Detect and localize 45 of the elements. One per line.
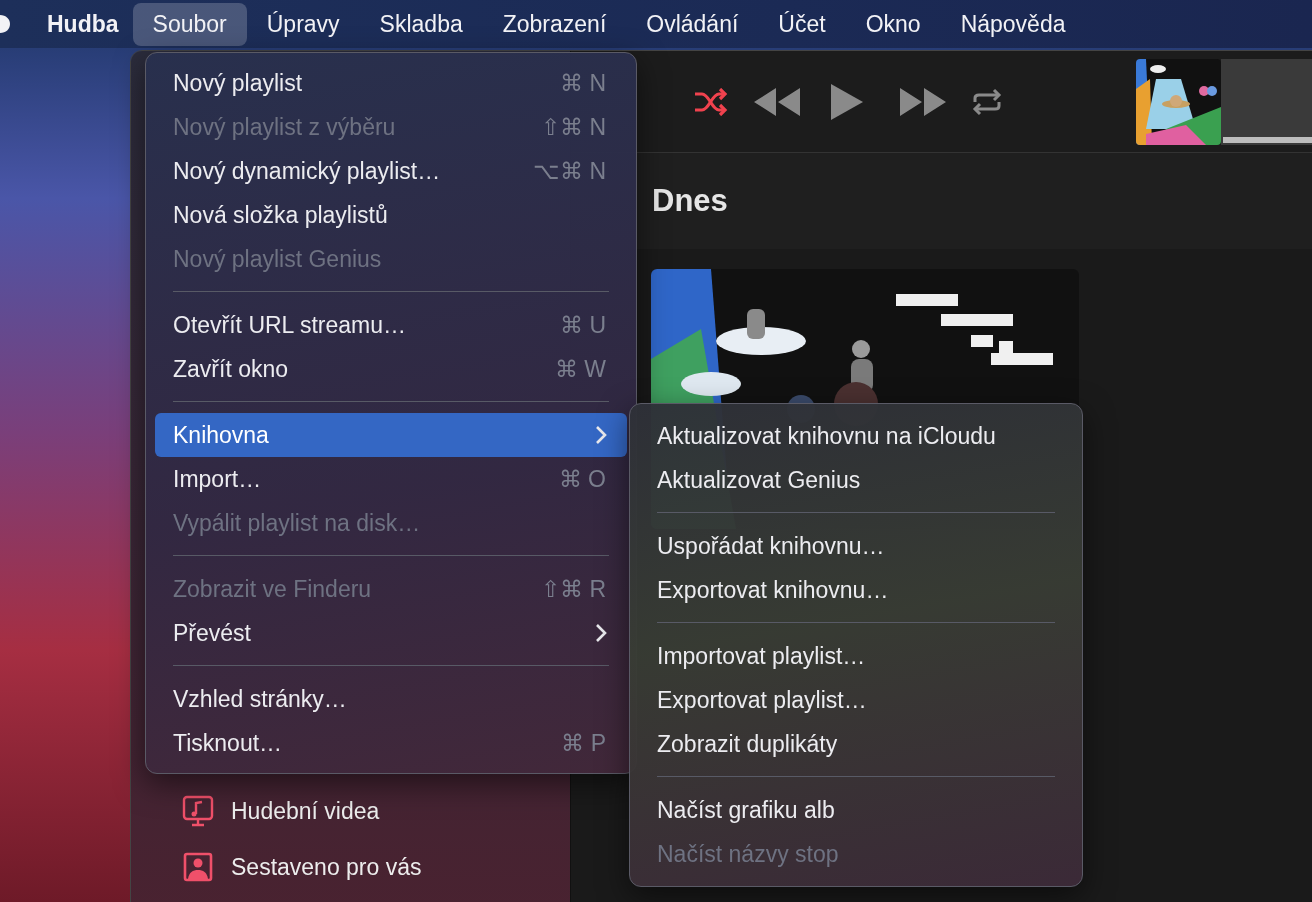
shortcut-label: ⇧⌘ N — [541, 113, 606, 141]
menu-item[interactable]: Aktualizovat knihovnu na iCloudu — [639, 414, 1073, 458]
sidebar-item[interactable]: Sestaveno pro vás — [231, 853, 422, 881]
menu-item[interactable]: Exportovat playlist… — [639, 678, 1073, 722]
menu-bar-item[interactable]: Okno — [845, 2, 941, 46]
menu-item[interactable]: Tisknout… ⌘ P — [155, 721, 627, 765]
menu-bar-item[interactable]: Ovládání — [626, 2, 759, 46]
menu-item[interactable]: Nový dynamický playlist… ⌥⌘ N — [155, 149, 627, 193]
menu-item[interactable]: Převést — [155, 611, 627, 655]
menu-item[interactable]: Knihovna — [155, 413, 627, 457]
section-heading: Dnes — [652, 183, 728, 219]
shortcut-label: ⌘ O — [558, 465, 606, 493]
shortcut-label: ⌥⌘ N — [533, 157, 606, 185]
rewind-icon[interactable] — [754, 86, 802, 117]
menu-item[interactable]: Otevřít URL streamu… ⌘ U — [155, 303, 627, 347]
shuffle-icon[interactable] — [694, 87, 728, 116]
menu-item[interactable]: Načíst grafiku alb — [639, 788, 1073, 832]
menu-item[interactable]: Nový playlist ⌘ N — [155, 61, 627, 105]
menu-bar-item[interactable]: Skladba — [359, 2, 483, 46]
menu-item[interactable]: Zobrazit duplikáty — [639, 722, 1073, 766]
menu-item[interactable]: Aktualizovat Genius — [639, 458, 1073, 502]
menu-item[interactable]: Vzhled stránky… — [155, 677, 627, 721]
menu-item[interactable]: Zavřít okno ⌘ W — [155, 347, 627, 391]
shortcut-label: ⌘ N — [560, 69, 606, 97]
sidebar-item[interactable]: Hudební videa — [231, 797, 380, 825]
person-icon — [181, 850, 215, 884]
menu-item[interactable]: Uspořádat knihovnu… — [639, 524, 1073, 568]
shortcut-label: ⌘ U — [560, 311, 606, 339]
repeat-icon[interactable] — [972, 87, 1002, 116]
shortcut-label: ⇧⌘ R — [541, 575, 606, 603]
menu-item[interactable]: Exportovat knihovnu… — [639, 568, 1073, 612]
menu-item[interactable]: Importovat playlist… — [639, 634, 1073, 678]
menu-bar-item[interactable]: Účet — [758, 2, 846, 46]
menu-bar-item[interactable]: Soubor — [132, 2, 247, 46]
menu-item[interactable]: Import… ⌘ O — [155, 457, 627, 501]
play-icon[interactable] — [830, 82, 864, 121]
menu-item[interactable]: Nová složka playlistů — [155, 193, 627, 237]
shortcut-label: ⌘ W — [554, 355, 606, 383]
fast-forward-icon[interactable] — [898, 86, 946, 117]
menu-bar-item[interactable]: Nápověda — [940, 2, 1086, 46]
shortcut-label: ⌘ P — [561, 729, 606, 757]
menu-bar-item[interactable]: Zobrazení — [482, 2, 627, 46]
music-video-icon — [181, 794, 215, 828]
menu-bar-item[interactable]: Hudba — [33, 2, 133, 46]
menu-bar-item[interactable]: Úpravy — [246, 2, 360, 46]
